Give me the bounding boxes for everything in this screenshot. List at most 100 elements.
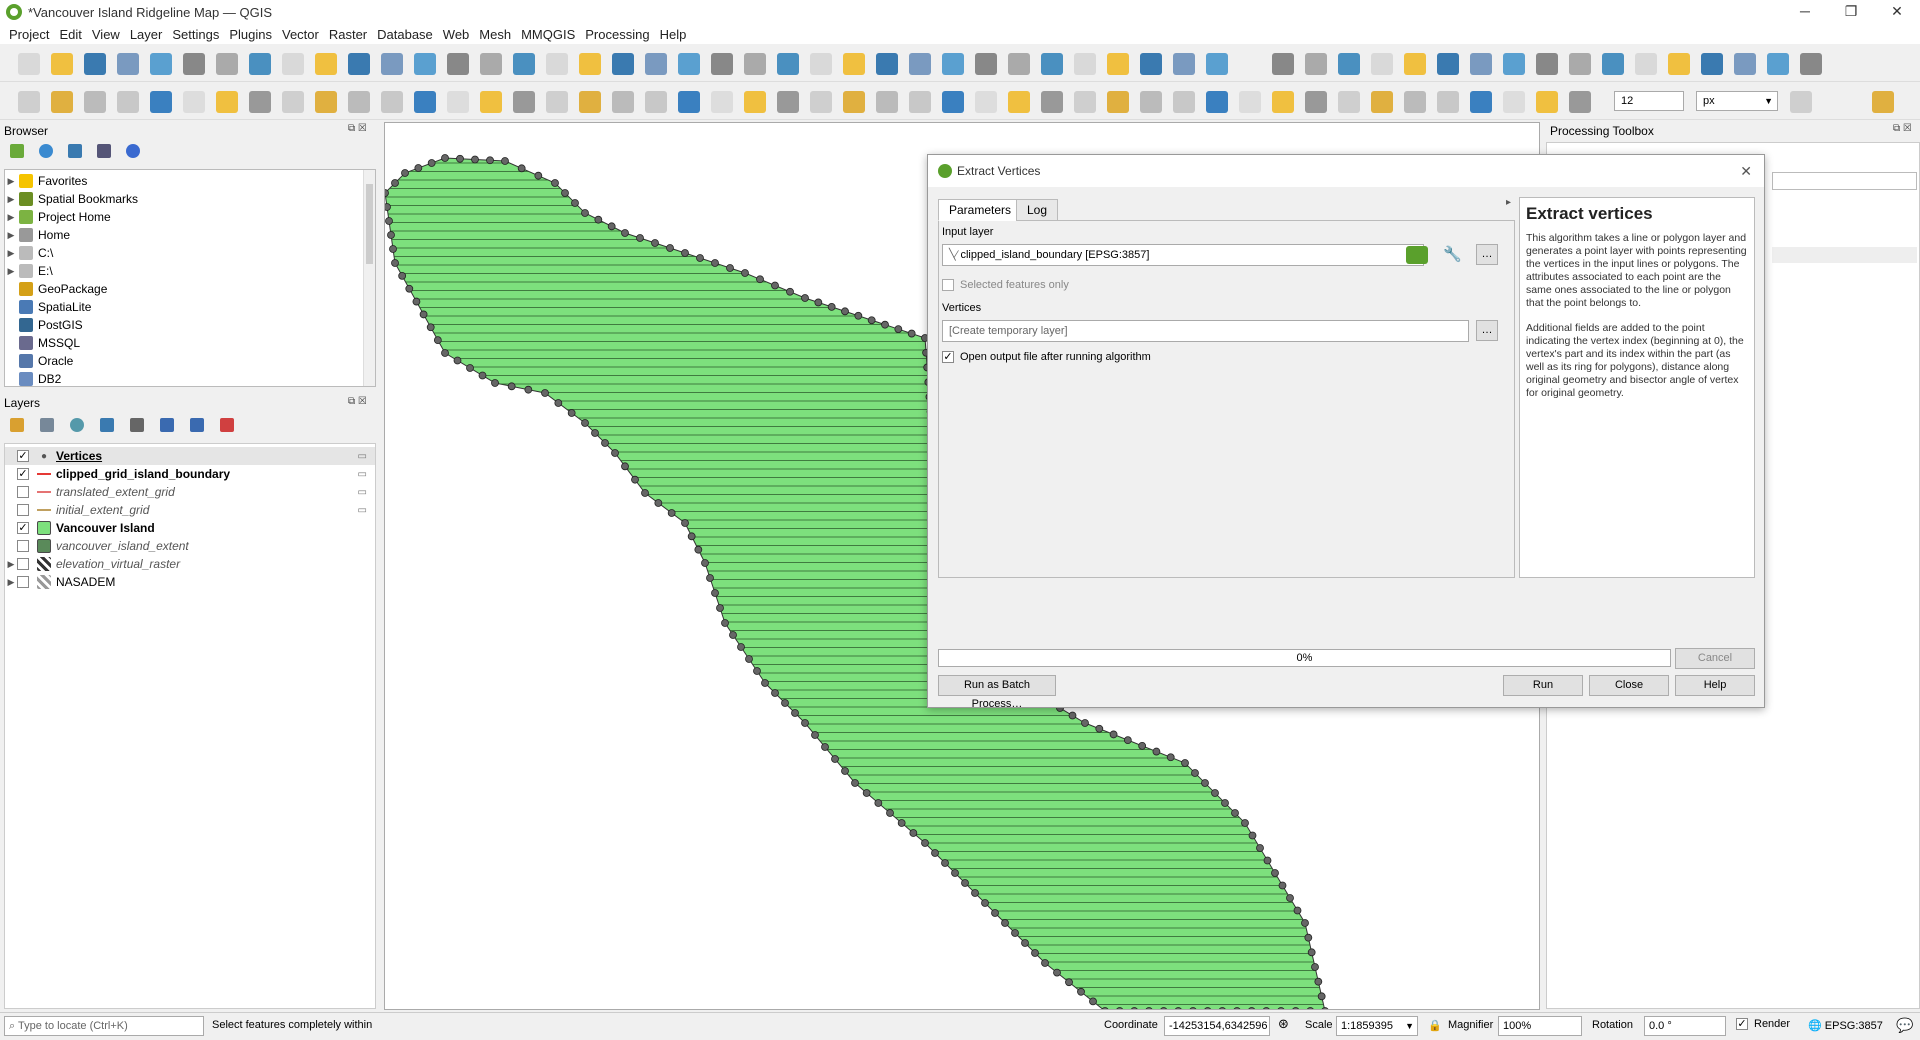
edit-tool-18-icon[interactable] bbox=[579, 91, 601, 113]
main-tool-11-icon[interactable] bbox=[348, 53, 370, 75]
layer-visibility-checkbox[interactable] bbox=[17, 504, 29, 516]
main-tool-37-icon[interactable] bbox=[1206, 53, 1228, 75]
main-tool-52-icon[interactable] bbox=[1734, 53, 1756, 75]
main-tool-14-icon[interactable] bbox=[447, 53, 469, 75]
menu-item-mmqgis[interactable]: MMQGIS bbox=[516, 27, 580, 42]
rotation-input[interactable]: 0.0 ° bbox=[1644, 1016, 1726, 1036]
browser-item-1[interactable]: ▶ Spatial Bookmarks bbox=[5, 190, 138, 208]
main-tool-30-icon[interactable] bbox=[975, 53, 997, 75]
main-tool-33-icon[interactable] bbox=[1074, 53, 1096, 75]
vertices-output-input[interactable]: [Create temporary layer] bbox=[942, 320, 1469, 342]
selected-only-checkbox[interactable] bbox=[942, 279, 954, 291]
main-tool-44-icon[interactable] bbox=[1470, 53, 1492, 75]
help-button[interactable]: Help bbox=[1675, 675, 1755, 696]
cancel-button[interactable]: Cancel bbox=[1675, 648, 1755, 669]
filter-legend-icon[interactable] bbox=[100, 418, 114, 432]
tab-log[interactable]: Log bbox=[1016, 199, 1059, 221]
browser-item-4[interactable]: ▶ C:\ bbox=[5, 244, 53, 262]
edit-tool-21-icon[interactable] bbox=[678, 91, 700, 113]
edit-tool-47-icon[interactable] bbox=[1536, 91, 1558, 113]
layer-visibility-checkbox[interactable] bbox=[17, 558, 29, 570]
crs-button[interactable]: 🌐 EPSG:3857 bbox=[1808, 1019, 1883, 1032]
layer-row-7[interactable]: ▶ NASADEM bbox=[5, 573, 375, 591]
browser-item-2[interactable]: ▶ Project Home bbox=[5, 208, 111, 226]
edit-tool-19-icon[interactable] bbox=[612, 91, 634, 113]
main-tool-6-icon[interactable] bbox=[183, 53, 205, 75]
browser-item-10[interactable]: Oracle bbox=[5, 352, 73, 370]
main-tool-23-icon[interactable] bbox=[744, 53, 766, 75]
edit-tool-50-icon[interactable] bbox=[1872, 91, 1894, 113]
browser-item-5[interactable]: ▶ E:\ bbox=[5, 262, 53, 280]
menu-item-raster[interactable]: Raster bbox=[324, 27, 372, 42]
layer-indicator-icon[interactable]: ▭ bbox=[358, 505, 367, 516]
edit-tool-5-icon[interactable] bbox=[150, 91, 172, 113]
render-toggle[interactable]: ✓ Render bbox=[1736, 1018, 1790, 1030]
edit-tool-16-icon[interactable] bbox=[513, 91, 535, 113]
edit-tool-10-icon[interactable] bbox=[315, 91, 337, 113]
layer-row-0[interactable]: ✓ ● Vertices ▭ bbox=[5, 447, 375, 465]
toggle-extent-icon[interactable]: ⊛ bbox=[1278, 1016, 1289, 1032]
expand-arrow-icon[interactable]: ▶ bbox=[5, 559, 17, 570]
edit-tool-43-icon[interactable] bbox=[1404, 91, 1426, 113]
snap-tolerance-input[interactable]: 12 bbox=[1614, 91, 1684, 111]
add-layer-icon[interactable] bbox=[10, 144, 24, 158]
vertices-browse-button[interactable]: … bbox=[1476, 320, 1498, 341]
processing-panel-buttons[interactable]: ⧉ ☒ bbox=[1893, 123, 1912, 134]
selected-only-row[interactable]: Selected features only bbox=[942, 279, 1069, 291]
edit-tool-9-icon[interactable] bbox=[282, 91, 304, 113]
main-tool-15-icon[interactable] bbox=[480, 53, 502, 75]
edit-tool-29-icon[interactable] bbox=[942, 91, 964, 113]
expand-arrow-icon[interactable]: ▶ bbox=[5, 248, 17, 259]
main-tool-9-icon[interactable] bbox=[282, 53, 304, 75]
expand-arrow-icon[interactable]: ▶ bbox=[5, 194, 17, 205]
main-tool-16-icon[interactable] bbox=[513, 53, 535, 75]
menu-item-processing[interactable]: Processing bbox=[580, 27, 654, 42]
layer-indicator-icon[interactable]: ▭ bbox=[358, 469, 367, 480]
edit-tool-30-icon[interactable] bbox=[975, 91, 997, 113]
edit-tool-32-icon[interactable] bbox=[1041, 91, 1063, 113]
browser-item-3[interactable]: ▶ Home bbox=[5, 226, 70, 244]
browser-scrollbar[interactable] bbox=[363, 170, 375, 386]
main-tool-25-icon[interactable] bbox=[810, 53, 832, 75]
edit-tool-35-icon[interactable] bbox=[1140, 91, 1162, 113]
expand-arrow-icon[interactable]: ▶ bbox=[5, 212, 17, 223]
main-tool-43-icon[interactable] bbox=[1437, 53, 1459, 75]
main-tool-47-icon[interactable] bbox=[1569, 53, 1591, 75]
layer-indicator-icon[interactable]: ▭ bbox=[358, 451, 367, 462]
edit-tool-31-icon[interactable] bbox=[1008, 91, 1030, 113]
browser-item-0[interactable]: ▶ Favorites bbox=[5, 172, 87, 190]
main-tool-21-icon[interactable] bbox=[678, 53, 700, 75]
edit-tool-23-icon[interactable] bbox=[744, 91, 766, 113]
filter-icon[interactable] bbox=[68, 144, 82, 158]
edit-tool-33-icon[interactable] bbox=[1074, 91, 1096, 113]
wrench-icon[interactable]: 🔧 bbox=[1443, 246, 1462, 264]
edit-tool-38-icon[interactable] bbox=[1239, 91, 1261, 113]
main-tool-32-icon[interactable] bbox=[1041, 53, 1063, 75]
edit-tool-41-icon[interactable] bbox=[1338, 91, 1360, 113]
layer-row-6[interactable]: ▶ elevation_virtual_raster bbox=[5, 555, 375, 573]
edit-tool-40-icon[interactable] bbox=[1305, 91, 1327, 113]
menu-item-help[interactable]: Help bbox=[655, 27, 692, 42]
main-tool-24-icon[interactable] bbox=[777, 53, 799, 75]
main-tool-34-icon[interactable] bbox=[1107, 53, 1129, 75]
edit-tool-4-icon[interactable] bbox=[117, 91, 139, 113]
layer-visibility-checkbox[interactable] bbox=[17, 576, 29, 588]
main-tool-28-icon[interactable] bbox=[909, 53, 931, 75]
run-button[interactable]: Run bbox=[1503, 675, 1583, 696]
collapse-help-icon[interactable]: ▸ bbox=[1506, 197, 1511, 208]
edit-tool-8-icon[interactable] bbox=[249, 91, 271, 113]
edit-tool-6-icon[interactable] bbox=[183, 91, 205, 113]
layer-visibility-checkbox[interactable]: ✓ bbox=[17, 450, 29, 462]
dialog-close-icon[interactable]: ✕ bbox=[1740, 163, 1752, 180]
edit-tool-17-icon[interactable] bbox=[546, 91, 568, 113]
edit-tool-46-icon[interactable] bbox=[1503, 91, 1525, 113]
main-tool-18-icon[interactable] bbox=[579, 53, 601, 75]
edit-tool-44-icon[interactable] bbox=[1437, 91, 1459, 113]
collapse-layers-icon[interactable] bbox=[190, 418, 204, 432]
info-icon[interactable] bbox=[126, 144, 140, 158]
menu-item-mesh[interactable]: Mesh bbox=[474, 27, 516, 42]
main-tool-17-icon[interactable] bbox=[546, 53, 568, 75]
edit-tool-39-icon[interactable] bbox=[1272, 91, 1294, 113]
main-tool-22-icon[interactable] bbox=[711, 53, 733, 75]
tab-parameters[interactable]: Parameters bbox=[938, 199, 1023, 221]
